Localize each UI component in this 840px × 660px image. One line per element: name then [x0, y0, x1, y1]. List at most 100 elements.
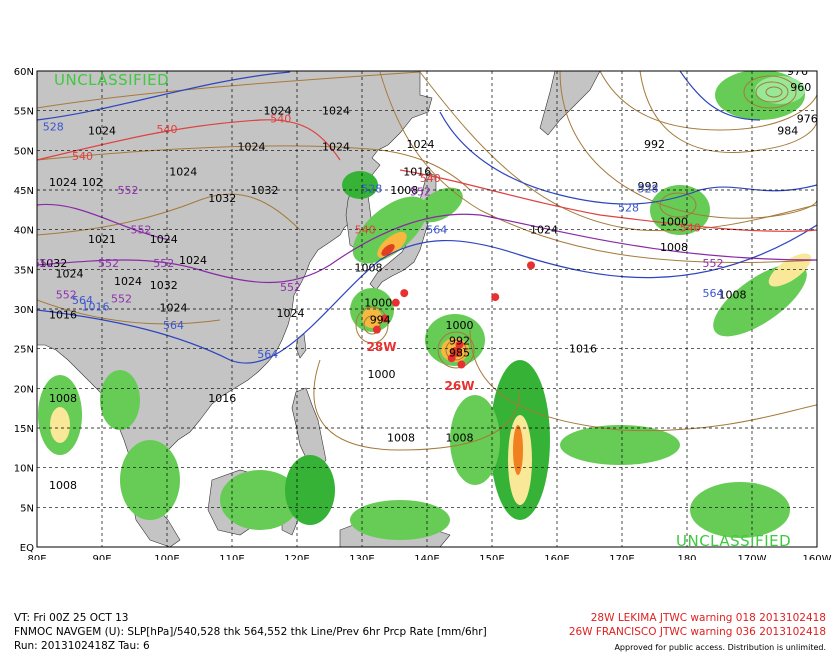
latitude-tick-label: 40N [14, 226, 34, 237]
longitude-tick-label: 80E [27, 554, 46, 560]
pressure-contour-label: 1032 [251, 184, 279, 197]
storm-id-label: 28W [367, 340, 397, 354]
longitude-tick-label: 140E [414, 554, 439, 560]
pressure-contour-label: 992 [644, 138, 665, 151]
thickness-contour-label: 540 [680, 221, 701, 234]
pressure-contour-label: 1008 [355, 262, 383, 275]
classification-banner-bottom: UNCLASSIFIED [676, 532, 792, 550]
longitude-axis: 80E 90E 100E 110E 120E 130E 140E 150E 160E 170E 18… [27, 554, 831, 560]
storm-position-marker [527, 261, 535, 270]
thickness-contour-label: 564 [257, 348, 278, 361]
pressure-contour-label: 1000 [364, 297, 392, 310]
pressure-contour-label: 1024 [277, 307, 305, 320]
pressure-contour-label: 1000 [368, 368, 396, 381]
thickness-contour-label: 540 [420, 172, 441, 185]
longitude-tick-label: 160W [803, 554, 832, 560]
latitude-tick-label: 55N [14, 107, 34, 118]
thickness-contour-label: 552 [33, 257, 54, 270]
thickness-contour-label: 552 [98, 257, 119, 270]
latitude-tick-label: EQ [20, 543, 34, 554]
pressure-contour-label: 1024 [322, 140, 350, 153]
thickness-contour-label: 528 [618, 201, 639, 214]
pressure-contour-label: 1021 [88, 233, 116, 246]
longitude-tick-label: 180 [677, 554, 696, 560]
warning-28w-text: 28W LEKIMA JTWC warning 018 2013102418 [590, 612, 826, 624]
pressure-contour-label: 1032 [208, 192, 236, 205]
thickness-contour-label: 540 [157, 123, 178, 136]
longitude-tick-label: 150E [479, 554, 504, 560]
valid-time-text: VT: Fri 00Z 25 OCT 13 [14, 612, 129, 624]
pressure-contour-label: 1024 [179, 254, 207, 267]
latitude-tick-label: 45N [14, 186, 34, 197]
weather-map: 1024 1024 1024 1024 1024 1024 1024 102 1024 1032 1… [0, 0, 840, 560]
longitude-tick-label: 100E [154, 554, 179, 560]
pressure-contour-label: 960 [790, 81, 811, 94]
latitude-axis: 60N 55N 50N 45N 40N 35N 30N 25N 20N 15N 10N 5N EQ [14, 67, 34, 554]
latitude-tick-label: 35N [14, 265, 34, 276]
thickness-contour-label: 564 [703, 287, 724, 300]
pressure-contour-label: 1032 [150, 279, 178, 292]
latitude-tick-label: 10N [14, 464, 34, 475]
pressure-contour-label: 102 [82, 176, 103, 189]
latitude-tick-label: 50N [14, 146, 34, 157]
thickness-contour-label: 552 [280, 281, 301, 294]
model-description-text: FNMOC NAVGEM (U): SLP[hPa]/540,528 thk 5… [14, 626, 487, 638]
latitude-tick-label: 60N [14, 67, 34, 78]
longitude-tick-label: 160E [544, 554, 569, 560]
pressure-contour-label: 976 [797, 113, 818, 126]
latitude-tick-label: 15N [14, 424, 34, 435]
distribution-statement: Approved for public access. Distribution… [614, 643, 826, 652]
pressure-contour-label: 1024 [169, 166, 197, 179]
longitude-tick-label: 170W [738, 554, 767, 560]
pressure-contour-label: 1008 [446, 431, 474, 444]
pressure-contour-label: 1024 [150, 233, 178, 246]
pressure-contour-label: 1024 [407, 138, 435, 151]
longitude-tick-label: 170E [609, 554, 634, 560]
thickness-contour-label: 540 [72, 150, 93, 163]
thickness-contour-label: 564 [163, 319, 184, 332]
thickness-contour-label: 552 [118, 184, 139, 197]
storm-id-label: 26W [445, 379, 475, 393]
run-info-text: Run: 2013102418Z Tau: 6 [14, 640, 150, 652]
thickness-contour-label: 528 [361, 182, 382, 195]
pressure-contour-label: 1024 [88, 124, 116, 137]
pressure-contour-label: 1024 [114, 275, 142, 288]
thickness-contour-label: 552 [131, 224, 152, 237]
pressure-contour-label: 994 [370, 313, 391, 326]
pressure-contour-label: 1008 [49, 392, 77, 405]
longitude-tick-label: 120E [284, 554, 309, 560]
longitude-tick-label: 90E [92, 554, 111, 560]
storm-position-marker [391, 298, 400, 307]
pressure-contour-label: 1016 [208, 392, 236, 405]
thickness-contour-label: 528 [43, 121, 64, 134]
latitude-tick-label: 5N [20, 503, 34, 514]
pressure-contour-label: 1016 [569, 343, 597, 356]
latitude-tick-label: 30N [14, 305, 34, 316]
pressure-contour-label: 1024 [322, 105, 350, 118]
thickness-contour-label: 1016 [82, 301, 110, 314]
longitude-tick-label: 110E [219, 554, 244, 560]
classification-banner-top: UNCLASSIFIED [54, 71, 170, 89]
pressure-contour-label: 1024 [160, 301, 188, 314]
pressure-contour-label: 1008 [387, 431, 415, 444]
pressure-contour-label: 1008 [660, 241, 688, 254]
thickness-contour-label: 540 [355, 224, 376, 237]
pressure-contour-label: 1016 [49, 309, 77, 322]
pressure-contour-label: 1024 [49, 176, 77, 189]
pressure-contour-label: 984 [777, 124, 798, 137]
storm-position-marker [457, 360, 466, 369]
thickness-contour-label: 552 [111, 293, 132, 306]
thickness-contour-label: 552 [410, 186, 431, 199]
thickness-contour-label: 528 [638, 182, 659, 195]
pressure-contour-label: 1000 [446, 319, 474, 332]
thickness-contour-label: 552 [153, 257, 174, 270]
thickness-contour-label: 552 [703, 257, 724, 270]
thickness-contour-label: 564 [426, 224, 447, 237]
latitude-tick-label: 20N [14, 384, 34, 395]
storm-position-marker [372, 325, 381, 334]
latitude-tick-label: 25N [14, 345, 34, 356]
storm-position-marker [491, 293, 500, 302]
pressure-contour-label: 1008 [49, 479, 77, 492]
pressure-contour-label: 1024 [238, 140, 266, 153]
longitude-tick-label: 130E [349, 554, 374, 560]
